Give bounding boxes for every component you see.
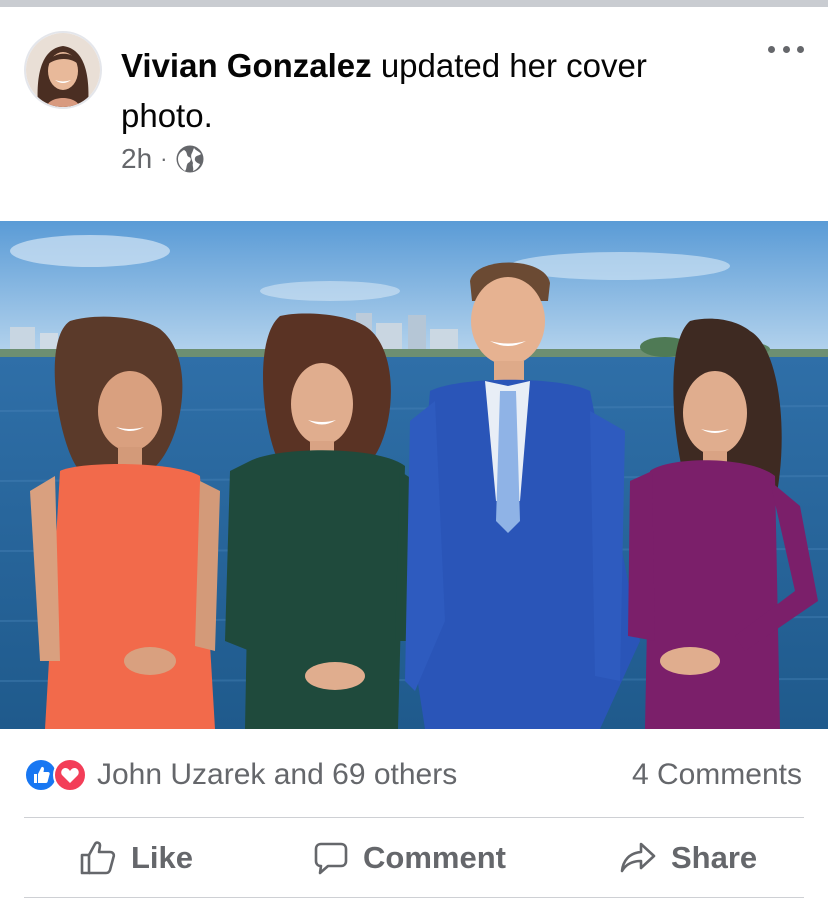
post-meta: 2h · (121, 142, 205, 176)
share-button[interactable]: Share (619, 818, 757, 897)
reactions-summary[interactable]: John Uzarek and 69 others (97, 757, 457, 793)
top-separator-bar (0, 0, 828, 7)
post-header: Vivian Gonzalez updated her cover photo.… (0, 7, 828, 221)
comment-bubble-icon (314, 842, 348, 874)
like-button[interactable]: Like (79, 818, 193, 897)
globe-icon[interactable] (175, 144, 205, 174)
author-name[interactable]: Vivian Gonzalez (121, 47, 372, 84)
share-arrow-icon (620, 842, 656, 872)
cover-photo[interactable] (0, 221, 828, 729)
reaction-icons[interactable] (24, 758, 90, 792)
bottom-divider (24, 897, 804, 898)
comment-label: Comment (363, 839, 506, 875)
post-actions: Like Comment Share (0, 818, 828, 897)
meta-separator: · (160, 146, 168, 171)
comment-button[interactable]: Comment (313, 818, 506, 897)
like-reaction-icon (24, 758, 58, 792)
cover-photo-image (0, 221, 828, 729)
more-dot (782, 45, 790, 53)
author-avatar[interactable] (24, 31, 102, 109)
more-dot (768, 45, 775, 53)
more-options-icon[interactable] (768, 39, 804, 59)
post-headline: Vivian Gonzalez updated her cover photo. (121, 41, 721, 141)
more-dot (797, 45, 804, 53)
share-label: Share (671, 839, 758, 875)
reactions-bar: John Uzarek and 69 others 4 Comments (0, 729, 828, 817)
thumbs-up-icon (80, 840, 116, 874)
avatar-photo (26, 33, 100, 107)
post-timestamp[interactable]: 2h (121, 143, 152, 175)
comments-count[interactable]: 4 Comments (632, 757, 802, 793)
love-reaction-icon (53, 758, 87, 792)
like-label: Like (131, 839, 194, 875)
